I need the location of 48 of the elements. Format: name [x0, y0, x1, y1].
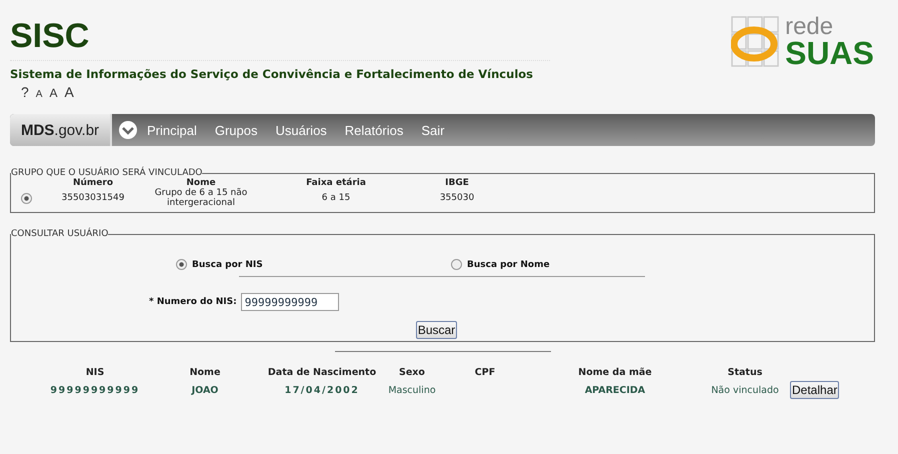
column-header: IBGE	[444, 178, 470, 188]
brand-logo[interactable]: MDS.gov.br	[10, 114, 112, 146]
font-size-link[interactable]: A	[36, 89, 42, 100]
column-header: Nome da mãe	[577, 367, 653, 378]
font-size-link[interactable]: A	[64, 84, 74, 100]
table-cell-text: Grupo de 6 a 15 não intergeracional	[154, 188, 248, 208]
font-size-link[interactable]: A	[49, 86, 58, 100]
radio-label: Busca por NIS	[192, 260, 263, 270]
panel-legend: CONSULTAR USUÁRIO	[11, 229, 108, 239]
radio-label: Busca por Nome	[467, 260, 550, 270]
column-header: Data de Nascimento	[266, 367, 378, 378]
radio-button[interactable]	[451, 259, 462, 270]
nav-link[interactable]: Relatórios	[344, 122, 404, 138]
table-cell-text: Masculino	[387, 384, 437, 396]
chevron-down-icon[interactable]	[119, 121, 137, 139]
column-header: CPF	[474, 367, 496, 378]
column-header: Status	[726, 367, 764, 378]
table-cell-text: JOAO	[190, 384, 220, 396]
nav-link[interactable]: Sair	[421, 122, 444, 138]
table-cell-text: 17/04/2002	[284, 384, 360, 396]
help-link[interactable]: ?	[21, 84, 29, 100]
field-label: * Numero do NIS:	[149, 297, 237, 307]
site-subtitle: Sistema de Informações do Serviço de Convivência e Fortalecimento de Vínculos	[10, 67, 534, 81]
column-header: NIS	[84, 367, 106, 378]
nav-link[interactable]: Grupos	[214, 122, 258, 138]
column-header: Sexo	[398, 367, 426, 378]
table-cell-text: 355030	[438, 193, 476, 203]
column-header: Faixa etária	[305, 178, 367, 188]
table-cell-text: APARECIDA	[584, 384, 646, 396]
site-title: SISC	[10, 16, 90, 56]
nav-link[interactable]: Principal	[147, 122, 197, 138]
logo-small-text: rede	[785, 15, 834, 39]
column-header: Nome	[185, 178, 217, 188]
nav-link[interactable]: Usuários	[276, 122, 327, 138]
logo-text: SUAS	[785, 37, 874, 69]
logo-icon	[731, 16, 782, 68]
table-cell-text: 6 a 15	[320, 193, 352, 203]
panel-legend: GRUPO QUE O USUÁRIO SERÁ VINCULADO	[11, 168, 202, 178]
details-button[interactable]: Detalhar	[790, 381, 840, 399]
nis-input-field[interactable]: 99999999999	[240, 293, 339, 311]
table-cell-text: 99999999999	[49, 384, 141, 396]
table-cell-text: Não vinculado	[710, 384, 780, 396]
table-cell-text: 35503031549	[60, 193, 126, 203]
column-header: Número	[72, 178, 114, 188]
radio-button[interactable]	[176, 259, 187, 270]
column-header: Nome	[188, 367, 222, 378]
search-button[interactable]: Buscar	[416, 321, 458, 339]
radio-button[interactable]	[20, 192, 32, 204]
